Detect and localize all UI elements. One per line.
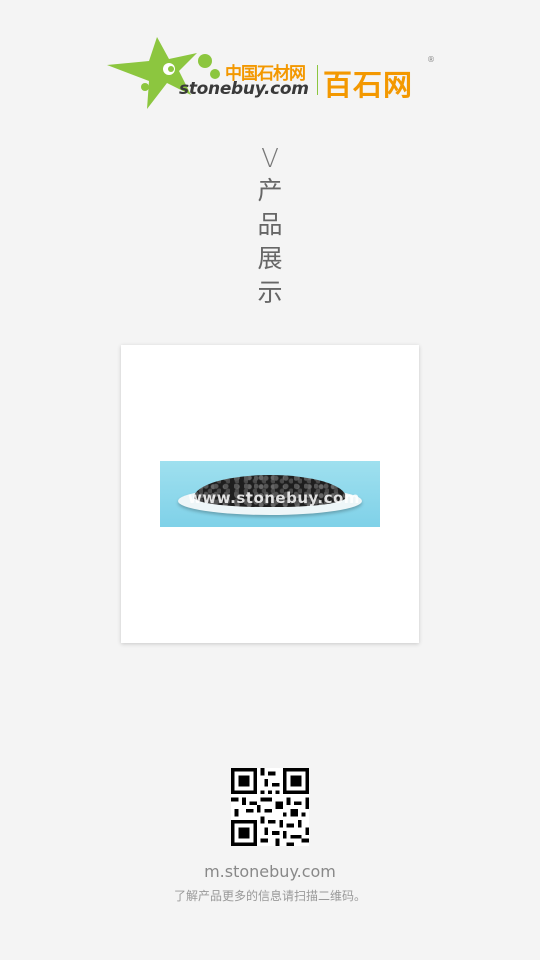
photo-watermark: www.stonebuy.com [188,489,360,507]
title-char: 示 [257,278,283,307]
product-photo[interactable]: www.stonebuy.com [160,461,380,527]
title-marker: V [261,144,279,174]
logo-domain-text: stonebuy.com [179,79,309,99]
logo-divider [317,65,318,95]
footer-url[interactable]: m.stonebuy.com [0,862,540,881]
title-char: 展 [257,244,283,273]
registered-mark: ® [427,55,435,64]
section-title: V 产 品 展 示 [240,144,300,310]
qr-code-icon [231,768,309,846]
site-logo[interactable]: 中国石材网 stonebuy.com 百石网 ® [105,35,440,110]
brand-name: 百石网 [323,68,414,102]
title-char: 产 [257,176,283,205]
product-card[interactable]: www.stonebuy.com [121,345,419,643]
title-char: 品 [257,210,283,239]
footer-note: 了解产品更多的信息请扫描二维码。 [173,889,366,903]
